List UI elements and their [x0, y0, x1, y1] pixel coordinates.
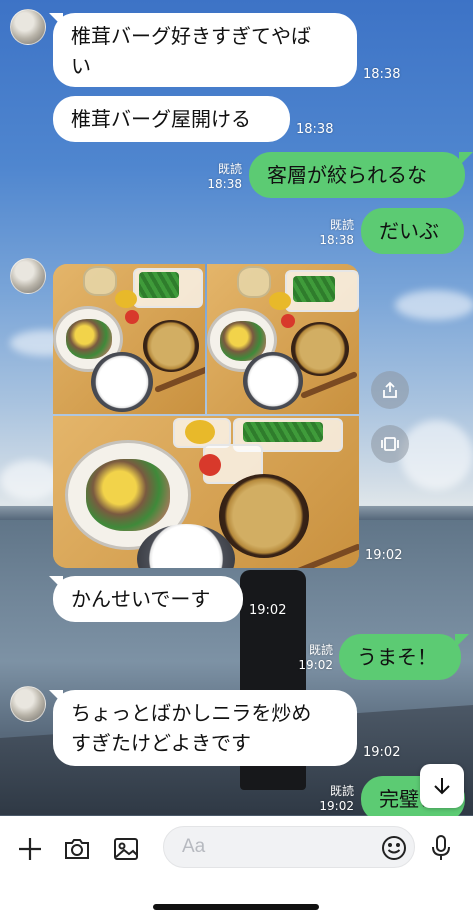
message-time: 19:02 — [319, 799, 354, 813]
read-receipt: 既読 — [217, 162, 242, 176]
message-text-line: すぎたけどよきです — [71, 731, 251, 755]
message-text-line: 椎茸バーグ好きすぎてやば — [71, 24, 311, 48]
message-meta: 既読 18:38 — [200, 162, 242, 192]
message-text: 客層が絞られるな — [267, 163, 427, 187]
message-meta: 既読 18:38 — [312, 218, 354, 248]
message-bubble-incoming[interactable]: 椎茸バーグ好きすぎてやば い — [53, 13, 357, 87]
camera-icon — [65, 839, 89, 859]
message-bubble-incoming[interactable]: 椎茸バーグ屋開ける — [53, 96, 290, 142]
emoji-icon — [382, 836, 406, 860]
avatar[interactable] — [10, 686, 46, 722]
photo-thumbnail[interactable] — [207, 264, 359, 414]
message-time: 18:38 — [363, 67, 401, 82]
image-button[interactable] — [109, 832, 143, 866]
background-cloud — [400, 420, 473, 490]
message-text: 椎茸バーグ屋開ける — [71, 107, 251, 131]
camera-button[interactable] — [60, 832, 94, 866]
message-bubble-outgoing[interactable]: うまそ！ — [339, 634, 461, 680]
gallery-icon — [381, 437, 399, 451]
background-cloud — [395, 290, 473, 320]
message-time: 19:02 — [363, 745, 401, 760]
avatar[interactable] — [10, 258, 46, 294]
image-icon — [114, 838, 138, 860]
background-cloud — [0, 460, 60, 500]
message-meta: 既読 19:02 — [312, 784, 354, 814]
read-receipt: 既読 — [329, 784, 354, 798]
message-input-placeholder: Aa — [182, 836, 206, 857]
microphone-icon — [432, 835, 450, 860]
plus-icon — [19, 838, 41, 860]
share-icon — [383, 381, 397, 398]
message-time: 18:38 — [296, 122, 334, 137]
message-text-line: い — [71, 54, 91, 78]
message-text: かんせいでーす — [71, 587, 211, 611]
gallery-button[interactable] — [371, 425, 409, 463]
home-indicator — [153, 904, 319, 910]
message-bubble-incoming[interactable]: ちょっとばかしニラを炒め すぎたけどよきです — [53, 690, 357, 766]
message-bubble-outgoing[interactable]: だいぶ — [361, 208, 464, 254]
photo-main[interactable] — [53, 416, 359, 568]
share-button[interactable] — [371, 371, 409, 409]
message-time: 19:02 — [365, 548, 403, 563]
message-time: 19:02 — [298, 658, 333, 672]
message-bubble-incoming[interactable]: かんせいでーす — [53, 576, 243, 622]
photo-thumbnail[interactable] — [53, 264, 205, 414]
add-button[interactable] — [13, 832, 47, 866]
message-text: だいぶ — [379, 219, 439, 243]
arrow-down-icon — [434, 778, 450, 795]
read-receipt: 既読 — [308, 643, 333, 657]
message-bubble-outgoing[interactable]: 客層が絞られるな — [249, 152, 465, 198]
message-time: 18:38 — [207, 177, 242, 191]
message-text-line: ちょっとばかしニラを炒め — [71, 701, 312, 725]
voice-button[interactable] — [424, 831, 458, 865]
message-time: 19:02 — [249, 603, 287, 618]
read-receipt: 既読 — [329, 218, 354, 232]
scroll-to-bottom-button[interactable] — [420, 764, 464, 808]
emoji-button[interactable] — [377, 831, 411, 865]
message-meta: 既読 19:02 — [291, 643, 333, 673]
avatar[interactable] — [10, 9, 46, 45]
message-time: 18:38 — [319, 233, 354, 247]
message-text: うまそ！ — [357, 645, 437, 669]
